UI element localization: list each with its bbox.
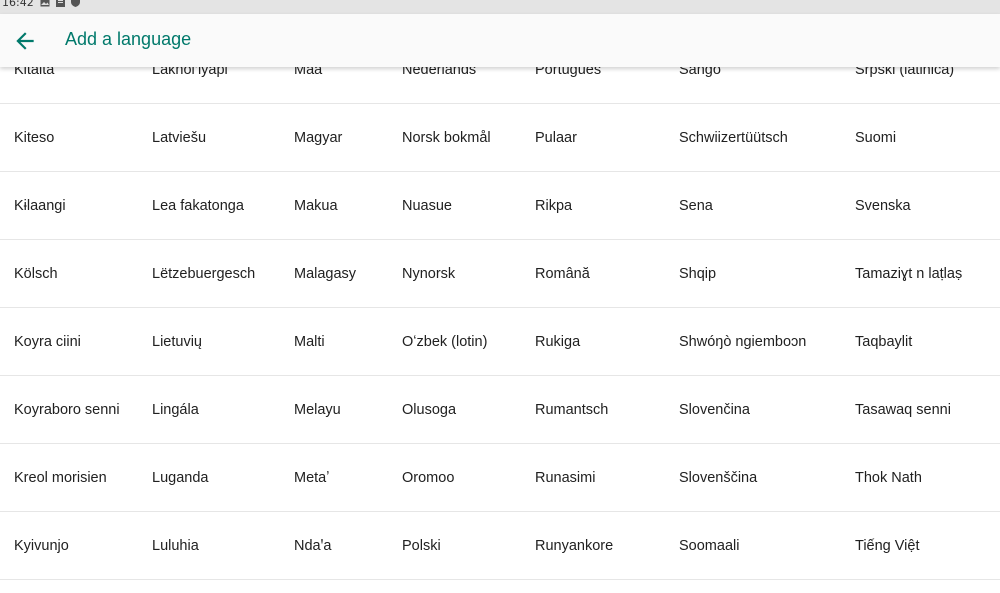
language-item[interactable]: Kɨlaangi <box>14 172 144 239</box>
language-item[interactable]: Magyar <box>294 104 396 171</box>
language-item[interactable]: Maa <box>294 67 396 103</box>
language-item[interactable]: Runasimi <box>535 444 673 511</box>
language-item[interactable]: Suomi <box>855 104 997 171</box>
status-bar: 16:42 <box>0 0 1000 14</box>
language-row: Kɨlaangi Lea fakatonga Makua Nuasue Rikpa Sen… <box>0 172 1000 240</box>
language-row: Koyra ciini Lietuvių Malti Oʻzbek (lotin) Ru… <box>0 308 1000 376</box>
language-item[interactable]: Nederlands <box>402 67 528 103</box>
language-item[interactable]: Kölsch <box>14 240 144 307</box>
language-row: Kölsch Lëtzebuergesch Malagasy Nynorsk Român… <box>0 240 1000 308</box>
language-item[interactable]: Runyankore <box>535 512 673 579</box>
language-item[interactable]: Luluhia <box>152 512 287 579</box>
language-item[interactable]: Luganda <box>152 444 287 511</box>
language-item[interactable]: Pulaar <box>535 104 673 171</box>
language-item[interactable]: Sena <box>679 172 849 239</box>
language-item[interactable]: Kiteso <box>14 104 144 171</box>
language-item[interactable]: Soomaali <box>679 512 849 579</box>
language-item[interactable]: Shqip <box>679 240 849 307</box>
page-title: Add a language <box>65 29 192 49</box>
language-item[interactable]: Lakȟól’iyapi <box>152 67 287 103</box>
language-row: Kiteso Latviešu Magyar Norsk bokmål Pulaar Sc… <box>0 104 1000 172</box>
language-item[interactable]: Thok Nath <box>855 444 997 511</box>
language-item[interactable]: Română <box>535 240 673 307</box>
language-item[interactable]: Oromoo <box>402 444 528 511</box>
language-item[interactable]: Rikpa <box>535 172 673 239</box>
language-item[interactable]: Lingála <box>152 376 287 443</box>
language-item[interactable]: Metaʼ <box>294 444 396 511</box>
language-item[interactable]: Nuasue <box>402 172 528 239</box>
language-item[interactable]: Sängö <box>679 67 849 103</box>
language-item[interactable]: Norsk bokmål <box>402 104 528 171</box>
language-row: Kreol morisien Luganda Metaʼ Oromoo Runasimi… <box>0 444 1000 512</box>
language-row: Kyivunjo Luluhia Ndaꞌa Polski Runyankore Soom… <box>0 512 1000 580</box>
shield-icon <box>70 0 80 9</box>
language-item[interactable]: Shwóŋò ngiemboɔn <box>679 308 849 375</box>
language-item[interactable]: Kitaita <box>14 67 144 103</box>
language-item[interactable]: Rumantsch <box>535 376 673 443</box>
language-item[interactable]: Svenska <box>855 172 997 239</box>
app-bar: Add a language <box>0 14 1000 67</box>
language-row: Kitaita Lakȟól’iyapi Maa Nederlands Portuguê… <box>0 67 1000 104</box>
language-item[interactable]: Taqbaylit <box>855 308 997 375</box>
language-item[interactable]: Latviešu <box>152 104 287 171</box>
language-item[interactable]: Srpski (latinica) <box>855 67 997 103</box>
language-item[interactable]: Tiếng Việt <box>855 512 997 579</box>
language-grid: Kitaita Lakȟól’iyapi Maa Nederlands Portuguê… <box>0 67 1000 580</box>
language-item[interactable]: Koyra ciini <box>14 308 144 375</box>
language-item[interactable]: Tamaziɣt n laṭlaṣ <box>855 240 997 307</box>
language-item[interactable]: Nynorsk <box>402 240 528 307</box>
language-item[interactable]: Koyraboro senni <box>14 376 144 443</box>
status-time: 16:42 <box>2 0 34 9</box>
language-item[interactable]: Lea fakatonga <box>152 172 287 239</box>
sd-card-icon <box>55 0 65 9</box>
language-item[interactable]: Lietuvių <box>152 308 287 375</box>
language-item[interactable]: Oʻzbek (lotin) <box>402 308 528 375</box>
language-item[interactable]: Rukiga <box>535 308 673 375</box>
language-item[interactable]: Kyivunjo <box>14 512 144 579</box>
language-item[interactable]: Tasawaq senni <box>855 376 997 443</box>
language-item[interactable]: Português <box>535 67 673 103</box>
language-item[interactable]: Ndaꞌa <box>294 512 396 579</box>
language-item[interactable]: Olusoga <box>402 376 528 443</box>
language-item[interactable]: Slovenščina <box>679 444 849 511</box>
language-item[interactable]: Lëtzebuergesch <box>152 240 287 307</box>
language-item[interactable]: Makua <box>294 172 396 239</box>
language-item[interactable]: Kreol morisien <box>14 444 144 511</box>
language-item[interactable]: Polski <box>402 512 528 579</box>
language-item[interactable]: Slovenčina <box>679 376 849 443</box>
language-item[interactable]: Melayu <box>294 376 396 443</box>
language-row: Koyraboro senni Lingála Melayu Olusoga Ruman… <box>0 376 1000 444</box>
language-item[interactable]: Malti <box>294 308 396 375</box>
image-icon <box>40 0 50 9</box>
language-list[interactable]: Kitaita Lakȟól’iyapi Maa Nederlands Portuguê… <box>0 67 1000 593</box>
language-item[interactable]: Schwiizertüütsch <box>679 104 849 171</box>
arrow-back-icon[interactable] <box>12 28 38 54</box>
language-item[interactable]: Malagasy <box>294 240 396 307</box>
